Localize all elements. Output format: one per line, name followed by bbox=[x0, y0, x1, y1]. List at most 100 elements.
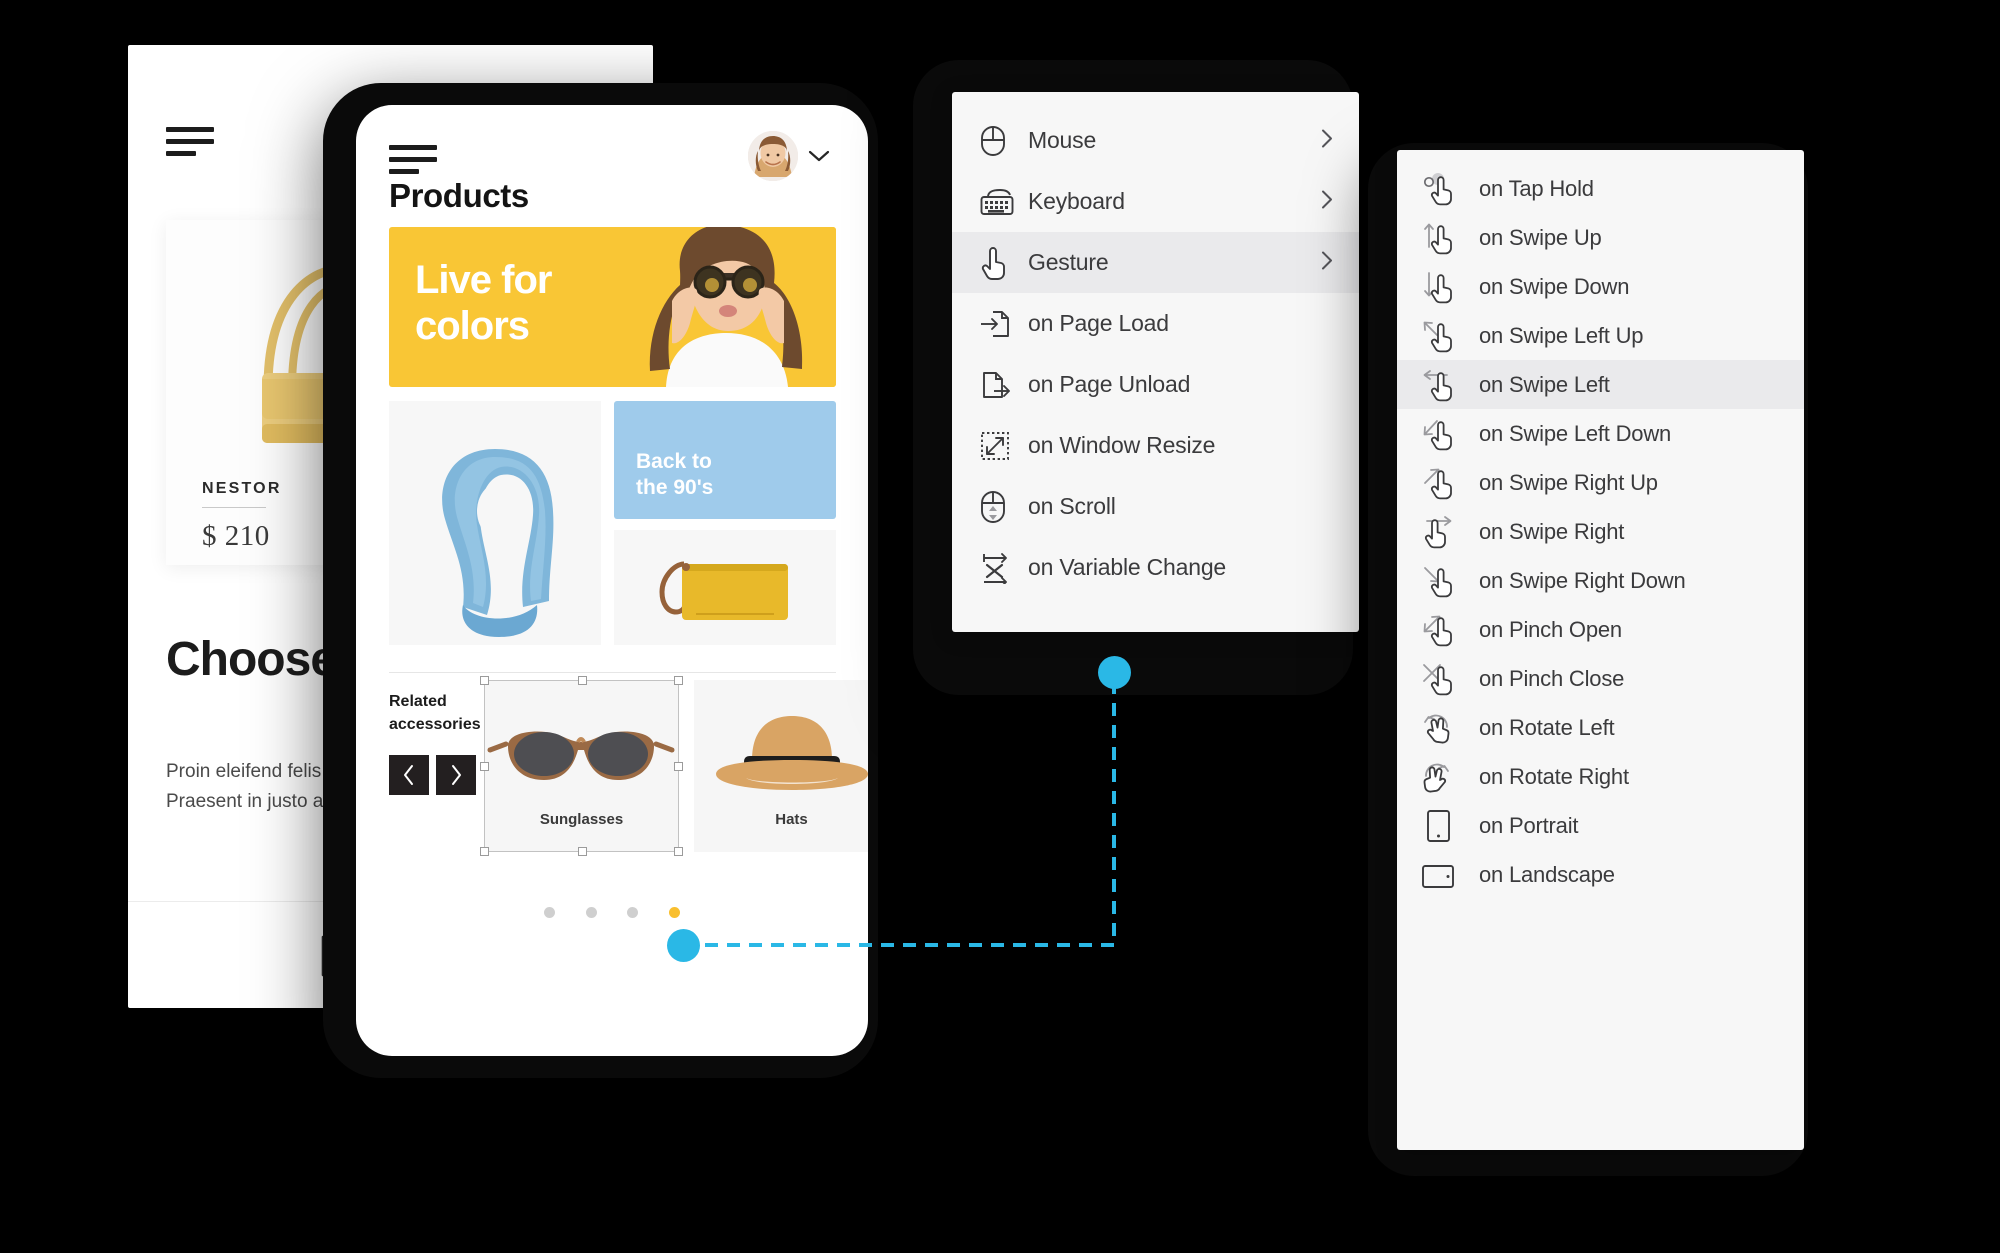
hamburger-icon[interactable] bbox=[389, 145, 437, 174]
swipe-right-up-icon bbox=[1421, 466, 1479, 500]
divider bbox=[202, 507, 266, 508]
menu-item-on-page-load[interactable]: on Page Load bbox=[952, 293, 1359, 354]
menu-item-on-variable-change[interactable]: on Variable Change bbox=[952, 537, 1359, 598]
rotate-left-icon bbox=[1421, 711, 1479, 745]
gesture-item-label: on Swipe Left bbox=[1479, 371, 1610, 397]
hero-line-2: colors bbox=[415, 304, 530, 348]
scarf-image bbox=[389, 401, 601, 645]
menu-item-on-page-unload[interactable]: on Page Unload bbox=[952, 354, 1359, 415]
promo-line-1: Back to bbox=[636, 450, 712, 473]
hamburger-icon[interactable] bbox=[166, 127, 214, 156]
tap-hold-icon bbox=[1421, 172, 1479, 206]
accessory-card-sunglasses[interactable]: Sunglasses bbox=[484, 680, 679, 852]
gesture-item-on-rotate-left[interactable]: on Rotate Left bbox=[1397, 703, 1804, 752]
menu-item-label: on Window Resize bbox=[1028, 432, 1216, 458]
gesture-item-on-swipe-up[interactable]: on Swipe Up bbox=[1397, 213, 1804, 262]
variable-change-icon bbox=[980, 552, 1028, 584]
page-title: Products bbox=[389, 177, 529, 214]
menu-item-label: on Variable Change bbox=[1028, 554, 1227, 580]
swipe-right-icon bbox=[1421, 515, 1479, 549]
rotate-right-icon bbox=[1421, 760, 1479, 794]
carousel-next-button[interactable] bbox=[436, 755, 476, 795]
carousel-pagination[interactable] bbox=[356, 905, 868, 923]
menu-item-on-window-resize[interactable]: on Window Resize bbox=[952, 415, 1359, 476]
promo-card-text: Back to the 90's bbox=[636, 449, 713, 501]
events-menu: Mouse Keyboard Gesture on Page Load on P… bbox=[952, 92, 1359, 632]
menu-item-label: on Scroll bbox=[1028, 493, 1116, 519]
gesture-item-label: on Swipe Left Down bbox=[1479, 420, 1672, 446]
accessory-caption: Sunglasses bbox=[539, 811, 624, 828]
promo-line-2: the 90's bbox=[636, 476, 714, 499]
gesture-item-label: on Swipe Right Down bbox=[1479, 567, 1686, 593]
gesture-item-label: on Rotate Right bbox=[1479, 763, 1629, 789]
menu-item-gesture[interactable]: Gesture bbox=[952, 232, 1359, 293]
hero-banner[interactable]: Live for colors bbox=[389, 227, 836, 387]
menu-item-keyboard[interactable]: Keyboard bbox=[952, 171, 1359, 232]
pinch-close-icon bbox=[1421, 662, 1479, 696]
gesture-item-on-landscape[interactable]: on Landscape bbox=[1397, 850, 1804, 899]
connector-endpoint-target[interactable] bbox=[1098, 656, 1131, 689]
sunglasses-image bbox=[487, 731, 675, 780]
menu-item-label: Keyboard bbox=[1028, 188, 1125, 214]
gesture-item-label: on Swipe Right bbox=[1479, 518, 1625, 544]
gesture-item-label: on Portrait bbox=[1479, 812, 1579, 838]
gesture-item-on-swipe-left-down[interactable]: on Swipe Left Down bbox=[1397, 409, 1804, 458]
gesture-item-on-portrait[interactable]: on Portrait bbox=[1397, 801, 1804, 850]
menu-item-label: Mouse bbox=[1028, 127, 1097, 153]
menu-item-mouse[interactable]: Mouse bbox=[952, 110, 1359, 171]
hand-pointer-icon bbox=[980, 246, 1028, 280]
gesture-item-on-pinch-open[interactable]: on Pinch Open bbox=[1397, 605, 1804, 654]
hat-image bbox=[716, 716, 868, 790]
gesture-item-label: on Swipe Left Up bbox=[1479, 322, 1644, 348]
gesture-item-on-swipe-left[interactable]: on Swipe Left bbox=[1397, 360, 1804, 409]
chevron-right-icon bbox=[1321, 250, 1333, 275]
gesture-item-on-rotate-right[interactable]: on Rotate Right bbox=[1397, 752, 1804, 801]
chevron-right-icon bbox=[1321, 189, 1333, 214]
gesture-item-label: on Pinch Open bbox=[1479, 616, 1622, 642]
gesture-item-on-swipe-down[interactable]: on Swipe Down bbox=[1397, 262, 1804, 311]
gesture-item-label: on Tap Hold bbox=[1479, 175, 1594, 201]
swipe-right-down-icon bbox=[1421, 564, 1479, 598]
product-price: $ 210 bbox=[202, 520, 270, 552]
product-card-purse[interactable] bbox=[614, 530, 836, 645]
pinch-open-icon bbox=[1421, 613, 1479, 647]
keyboard-icon bbox=[980, 188, 1028, 216]
carousel-prev-button[interactable] bbox=[389, 755, 429, 795]
gesture-item-on-swipe-left-up[interactable]: on Swipe Left Up bbox=[1397, 311, 1804, 360]
gesture-item-on-swipe-right[interactable]: on Swipe Right bbox=[1397, 507, 1804, 556]
menu-item-label: on Page Unload bbox=[1028, 371, 1191, 397]
gesture-menu: on Tap Hold on Swipe Up on Swipe Down on… bbox=[1397, 150, 1804, 1150]
menu-item-on-scroll[interactable]: on Scroll bbox=[952, 476, 1359, 537]
menu-item-label: on Page Load bbox=[1028, 310, 1169, 336]
pagination-dot[interactable] bbox=[544, 907, 556, 918]
hero-line-1: Live for bbox=[415, 258, 552, 302]
avatar[interactable] bbox=[748, 131, 798, 181]
accessory-caption: Hats bbox=[775, 811, 808, 828]
page-unload-icon bbox=[980, 370, 1028, 400]
pagination-dot[interactable] bbox=[585, 907, 597, 918]
gesture-item-on-swipe-right-up[interactable]: on Swipe Right Up bbox=[1397, 458, 1804, 507]
hero-model-image bbox=[606, 227, 836, 387]
chevron-down-icon[interactable] bbox=[808, 149, 830, 168]
swipe-up-icon bbox=[1421, 221, 1479, 255]
window-resize-icon bbox=[980, 431, 1028, 461]
swipe-left-up-icon bbox=[1421, 319, 1479, 353]
menu-item-label: Gesture bbox=[1028, 249, 1109, 275]
swipe-down-icon bbox=[1421, 270, 1479, 304]
landscape-icon bbox=[1421, 858, 1479, 892]
gesture-item-label: on Swipe Up bbox=[1479, 224, 1602, 250]
gesture-item-on-tap-hold[interactable]: on Tap Hold bbox=[1397, 164, 1804, 213]
gesture-item-label: on Swipe Down bbox=[1479, 273, 1630, 299]
pagination-dot[interactable] bbox=[627, 907, 639, 918]
gesture-item-label: on Rotate Left bbox=[1479, 714, 1615, 740]
gesture-item-on-pinch-close[interactable]: on Pinch Close bbox=[1397, 654, 1804, 703]
page-load-icon bbox=[980, 309, 1028, 339]
connector-endpoint-source[interactable] bbox=[667, 929, 700, 962]
mouse-scroll-icon bbox=[980, 490, 1028, 524]
pagination-dot-active[interactable] bbox=[668, 907, 680, 918]
chevron-right-icon bbox=[1321, 128, 1333, 153]
gesture-item-on-swipe-right-down[interactable]: on Swipe Right Down bbox=[1397, 556, 1804, 605]
promo-card-back-to-90s[interactable]: Back to the 90's bbox=[614, 401, 836, 519]
accessory-card-hats[interactable]: Hats bbox=[694, 680, 868, 852]
product-card-scarf[interactable] bbox=[389, 401, 601, 645]
